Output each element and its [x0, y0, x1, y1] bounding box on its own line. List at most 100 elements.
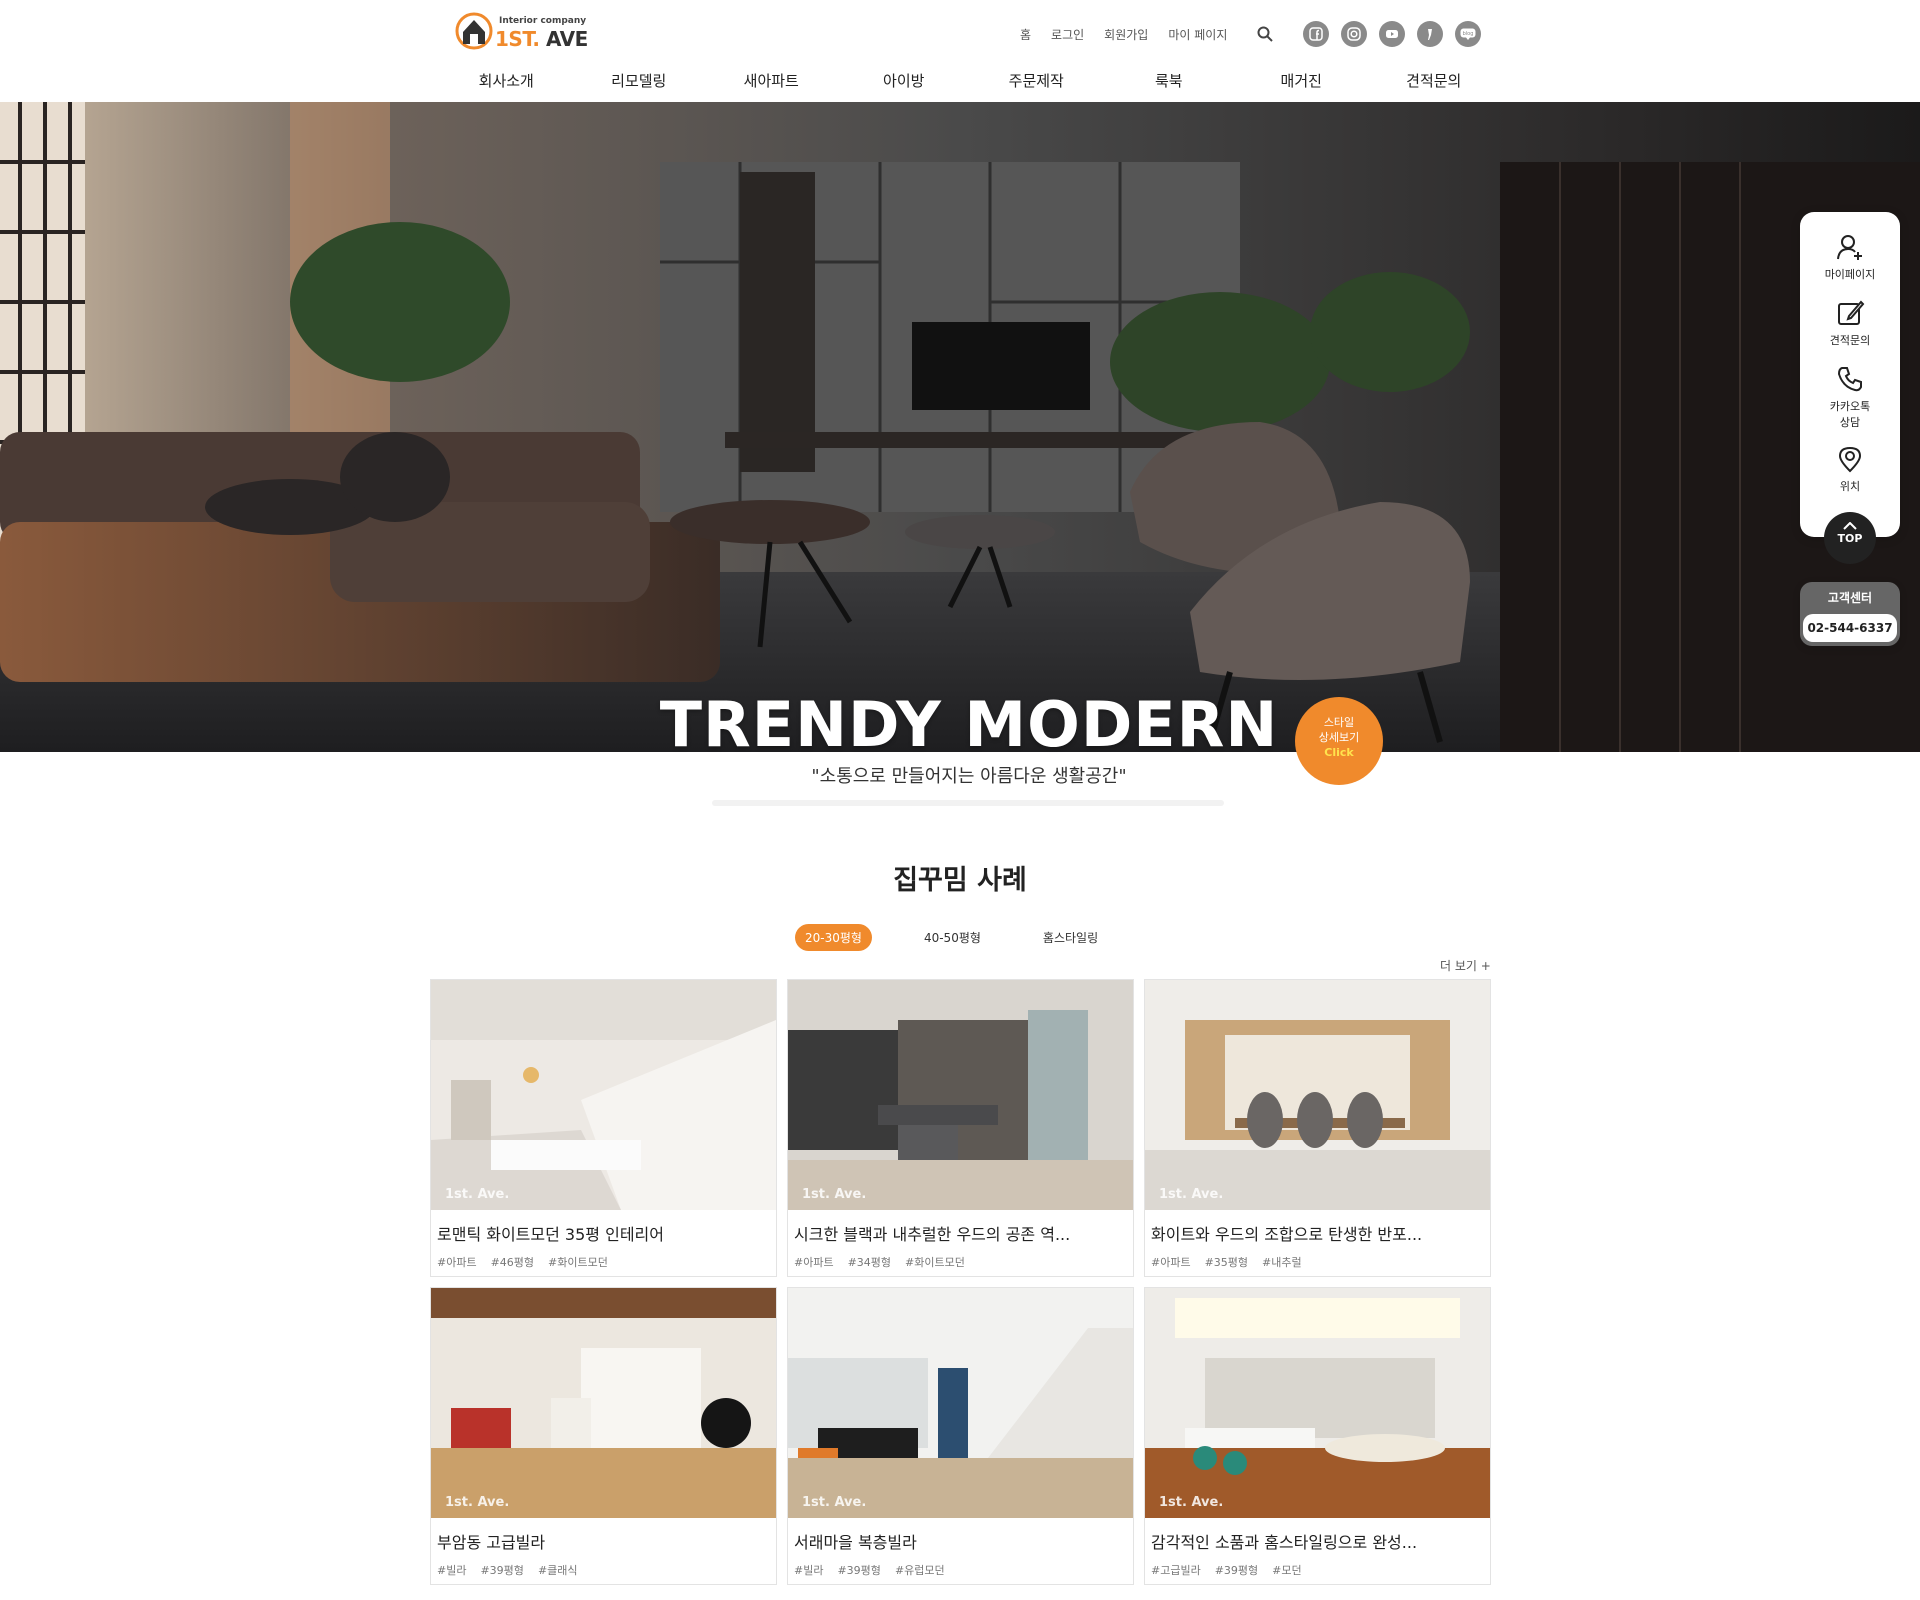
facebook-icon[interactable]: [1303, 21, 1330, 47]
quick-item-kakao[interactable]: 카카오톡 상담: [1800, 364, 1900, 430]
quick-item-mypage[interactable]: 마이페이지: [1800, 232, 1900, 282]
case-tag[interactable]: #빌라: [437, 1564, 466, 1577]
search-icon[interactable]: [1257, 26, 1274, 42]
case-tag[interactable]: #빌라: [794, 1564, 823, 1577]
case-tag[interactable]: #35평형: [1205, 1256, 1248, 1269]
nav-item-lookbook[interactable]: 룩북: [1103, 70, 1236, 91]
case-tag[interactable]: #39평형: [480, 1564, 523, 1577]
tab-40-50[interactable]: 40-50평형: [914, 924, 991, 951]
customer-center: 고객센터 02-544-6337: [1800, 582, 1900, 646]
watermark: 1st. Ave.: [1159, 1187, 1224, 1202]
style-button-click: Click: [1324, 746, 1354, 759]
case-title[interactable]: 시크한 블랙과 내추럴한 우드의 공존 역...: [794, 1221, 1070, 1245]
case-photo: 1st. Ave.: [431, 980, 776, 1210]
case-tag[interactable]: #아파트: [437, 1256, 477, 1269]
nav-item-estimate[interactable]: 견적문의: [1368, 70, 1501, 91]
watermark: 1st. Ave.: [802, 1187, 867, 1202]
util-link-mypage[interactable]: 마이 페이지: [1168, 26, 1227, 43]
youtube-icon[interactable]: [1379, 21, 1406, 47]
case-title[interactable]: 서래마을 복층빌라: [794, 1529, 917, 1553]
customer-center-title: 고객센터: [1827, 591, 1873, 605]
case-tags: #빌라 #39평형 #유럽모던: [794, 1562, 959, 1578]
location-pin-icon: [1838, 446, 1862, 473]
customer-center-phone[interactable]: 02-544-6337: [1803, 614, 1897, 642]
case-tag[interactable]: #아파트: [1151, 1256, 1191, 1269]
logo-tagline: Interior company: [499, 16, 587, 26]
case-tag[interactable]: #클래식: [538, 1564, 578, 1577]
case-photo: 1st. Ave.: [788, 1288, 1133, 1518]
case-tags: #고급빌라 #39평형 #모던: [1151, 1562, 1316, 1578]
case-title[interactable]: 감각적인 소품과 홈스타일링으로 완성...: [1151, 1529, 1417, 1553]
case-photo: 1st. Ave.: [788, 980, 1133, 1210]
quick-menu: 마이페이지 견적문의 카카오톡 상담 위치: [1800, 212, 1900, 537]
svg-text:blog: blog: [1463, 31, 1474, 37]
nav-item-new-apartment[interactable]: 새아파트: [705, 70, 838, 91]
section-title: 집꾸밈 사례: [893, 865, 1027, 896]
case-tags: #빌라 #39평형 #클래식: [437, 1562, 592, 1578]
util-link-login[interactable]: 로그인: [1051, 26, 1084, 43]
case-title[interactable]: 화이트와 우드의 조합으로 탄생한 반포...: [1151, 1221, 1422, 1245]
logo[interactable]: Interior company 1ST. AVE: [455, 10, 588, 52]
phone-icon: [1837, 367, 1862, 392]
top-label: TOP: [1837, 532, 1863, 545]
site-header: Interior company 1ST. AVE 홈 로그인 회원가입 마이 …: [0, 0, 1920, 102]
case-tag[interactable]: #39평형: [837, 1564, 880, 1577]
case-tag[interactable]: #모던: [1272, 1564, 1301, 1577]
case-photo: 1st. Ave.: [1145, 1288, 1490, 1518]
style-button-line1: 스타일: [1323, 716, 1355, 729]
nav-item-remodeling[interactable]: 리모델링: [573, 70, 706, 91]
instagram-icon[interactable]: [1341, 21, 1368, 47]
style-button-line2: 상세보기: [1318, 731, 1360, 744]
watermark: 1st. Ave.: [445, 1187, 510, 1202]
user-add-icon: [1837, 235, 1862, 260]
case-tag[interactable]: #46평형: [491, 1256, 534, 1269]
nav-item-company[interactable]: 회사소개: [440, 70, 573, 91]
tab-home-styling[interactable]: 홈스타일링: [1033, 924, 1108, 951]
case-tags: #아파트 #46평형 #화이트모던: [437, 1254, 622, 1270]
util-link-home[interactable]: 홈: [1020, 26, 1031, 43]
chevron-up-icon: [1843, 522, 1857, 530]
style-detail-button[interactable]: 스타일 상세보기 Click: [1295, 697, 1383, 785]
case-tag[interactable]: #유럽모던: [895, 1564, 945, 1577]
quick-item-label: 견적문의: [1829, 334, 1871, 347]
case-title[interactable]: 로맨틱 화이트모던 35평 인테리어: [437, 1221, 664, 1245]
case-tag[interactable]: #39평형: [1215, 1564, 1258, 1577]
case-card[interactable]: 1st. Ave. 화이트와 우드의 조합으로 탄생한 반포... #아파트 #3…: [1144, 979, 1491, 1277]
case-card[interactable]: 1st. Ave. 서래마을 복층빌라 #빌라 #39평형 #유럽모던: [787, 1287, 1134, 1585]
edit-icon: [1838, 300, 1865, 325]
main-nav: 회사소개 리모델링 새아파트 아이방 주문제작 룩북 매거진 견적문의: [440, 70, 1500, 91]
case-photo: 1st. Ave.: [1145, 980, 1490, 1210]
quick-item-location[interactable]: 위치: [1800, 444, 1900, 494]
nav-item-custom-order[interactable]: 주문제작: [970, 70, 1103, 91]
case-tag[interactable]: #아파트: [794, 1256, 834, 1269]
scroll-top-button[interactable]: TOP: [1824, 512, 1876, 564]
blog-icon[interactable]: blog: [1455, 21, 1482, 47]
size-tabs: 20-30평형 40-50평형 홈스타일링: [795, 924, 1150, 951]
hero-banner-image: [0, 102, 1920, 752]
case-tags: #아파트 #35평형 #내추럴: [1151, 1254, 1316, 1270]
tab-20-30[interactable]: 20-30평형: [795, 924, 872, 951]
utility-menu: 홈 로그인 회원가입 마이 페이지 blog: [1020, 21, 1493, 47]
case-tag[interactable]: #화이트모던: [905, 1256, 965, 1269]
case-tag[interactable]: #고급빌라: [1151, 1564, 1201, 1577]
quick-item-estimate[interactable]: 견적문의: [1800, 298, 1900, 348]
kakao-story-icon[interactable]: [1417, 21, 1444, 47]
case-card[interactable]: 1st. Ave. 부암동 고급빌라 #빌라 #39평형 #클래식: [430, 1287, 777, 1585]
case-tag[interactable]: #내추럴: [1262, 1256, 1302, 1269]
nav-item-kids-room[interactable]: 아이방: [838, 70, 971, 91]
more-link[interactable]: 더 보기 +: [1440, 957, 1491, 974]
hero-title: TRENDY MODERN: [659, 688, 1279, 761]
util-link-join[interactable]: 회원가입: [1104, 26, 1148, 43]
case-tags: #아파트 #34평형 #화이트모던: [794, 1254, 979, 1270]
case-tag[interactable]: #34평형: [848, 1256, 891, 1269]
watermark: 1st. Ave.: [1159, 1495, 1224, 1510]
watermark: 1st. Ave.: [802, 1495, 867, 1510]
case-title[interactable]: 부암동 고급빌라: [437, 1529, 545, 1553]
logo-house-icon: [455, 12, 493, 50]
nav-item-magazine[interactable]: 매거진: [1235, 70, 1368, 91]
case-card[interactable]: 1st. Ave. 감각적인 소품과 홈스타일링으로 완성... #고급빌라 #3…: [1144, 1287, 1491, 1585]
case-card[interactable]: 1st. Ave. 시크한 블랙과 내추럴한 우드의 공존 역... #아파트 #…: [787, 979, 1134, 1277]
case-tag[interactable]: #화이트모던: [548, 1256, 608, 1269]
case-card[interactable]: 1st. Ave. 로맨틱 화이트모던 35평 인테리어 #아파트 #46평형 #화…: [430, 979, 777, 1277]
logo-text: 1ST. AVE: [495, 27, 588, 51]
